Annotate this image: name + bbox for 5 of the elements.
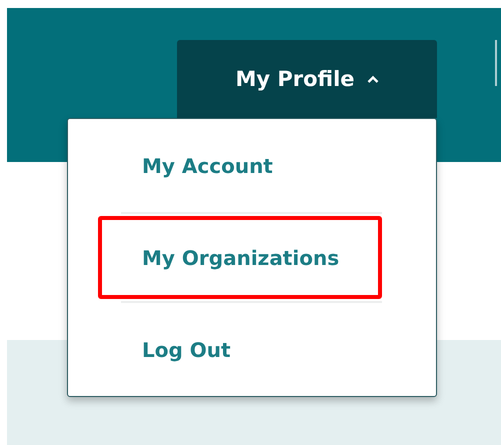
caret-icon: [366, 75, 379, 83]
menu-item[interactable]: My Organizations: [98, 216, 382, 299]
menu-item[interactable]: Log Out: [98, 308, 396, 392]
profile-button[interactable]: My Profile: [177, 40, 437, 118]
menu-item[interactable]: My Account: [98, 124, 382, 207]
